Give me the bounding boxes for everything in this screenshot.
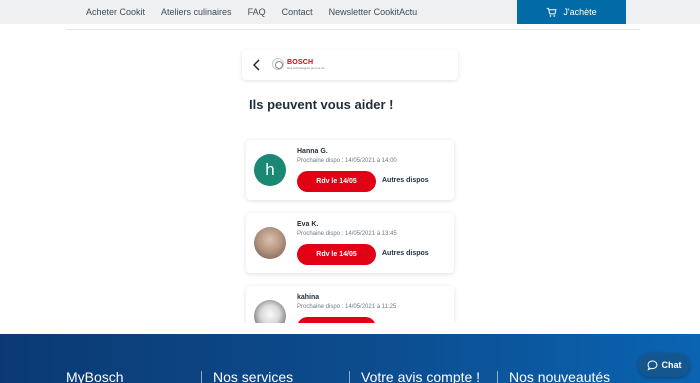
buy-button[interactable]: J'achète bbox=[517, 0, 626, 24]
footer-link-news[interactable]: Nos nouveautés bbox=[509, 369, 610, 383]
avatar bbox=[254, 300, 286, 323]
nav-link-newsletter[interactable]: Newsletter CookitActu bbox=[329, 7, 418, 17]
chat-button[interactable]: Chat bbox=[638, 353, 690, 377]
advisor-card: kahina Prochaine dispo : 14/05/2021 à 11… bbox=[246, 286, 454, 323]
nav-links: Acheter Cookit Ateliers culinaires FAQ C… bbox=[86, 0, 417, 24]
footer-link-services[interactable]: Nos services bbox=[213, 369, 293, 383]
brand-name: BOSCH bbox=[287, 58, 314, 66]
nav-link-faq[interactable]: FAQ bbox=[248, 7, 266, 17]
advisor-card: h Hanna G. Prochaine dispo : 14/05/2021 … bbox=[246, 140, 454, 200]
advisor-card: Eva K. Prochaine dispo : 14/05/2021 à 13… bbox=[246, 213, 454, 273]
footer-divider bbox=[201, 371, 202, 383]
avatar bbox=[254, 227, 286, 259]
cart-icon bbox=[547, 7, 557, 17]
divider bbox=[66, 29, 640, 30]
nav-link-contact[interactable]: Contact bbox=[282, 7, 313, 17]
footer-link-feedback[interactable]: Votre avis compte ! bbox=[361, 369, 480, 383]
footer-divider bbox=[349, 371, 350, 383]
book-appointment-button[interactable] bbox=[297, 317, 376, 323]
buy-button-label: J'achète bbox=[563, 7, 597, 17]
advisor-availability: Prochaine dispo : 14/05/2021 à 13:45 bbox=[297, 231, 397, 237]
chat-bubble-icon bbox=[646, 360, 657, 371]
advisor-name: kahina bbox=[297, 294, 320, 301]
footer-link-mybosch[interactable]: MyBosch bbox=[66, 369, 124, 383]
book-appointment-button[interactable]: Rdv le 14/05 bbox=[297, 171, 376, 192]
footer-divider bbox=[497, 371, 498, 383]
avatar: h bbox=[254, 154, 286, 186]
page-title: Ils peuvent vous aider ! bbox=[249, 97, 394, 112]
nav-link-acheter-cookit[interactable]: Acheter Cookit bbox=[86, 7, 145, 17]
advisor-availability: Prochaine dispo : 14/05/2021 à 11:25 bbox=[297, 304, 397, 310]
advisor-availability: Prochaine dispo : 14/05/2021 à 14:00 bbox=[297, 158, 397, 164]
chat-label: Chat bbox=[661, 360, 682, 370]
bosch-logo: BOSCH Des technologies pour la vie bbox=[272, 58, 325, 70]
advisor-name: Hanna G. bbox=[297, 148, 328, 155]
advisor-name: Eva K. bbox=[297, 221, 319, 228]
other-slots-link[interactable]: Autres dispos bbox=[382, 250, 429, 257]
brand-header-card: BOSCH Des technologies pour la vie bbox=[242, 50, 458, 80]
bosch-armature-icon bbox=[272, 58, 284, 70]
brand-tagline: Des technologies pour la vie bbox=[287, 65, 325, 70]
footer: MyBosch Nos services Votre avis compte !… bbox=[0, 334, 700, 383]
book-appointment-button[interactable]: Rdv le 14/05 bbox=[297, 244, 376, 265]
chevron-left-icon[interactable] bbox=[252, 59, 262, 71]
top-navigation: Acheter Cookit Ateliers culinaires FAQ C… bbox=[0, 0, 700, 24]
advisor-list: h Hanna G. Prochaine dispo : 14/05/2021 … bbox=[0, 130, 700, 323]
other-slots-link[interactable]: Autres dispos bbox=[382, 177, 429, 184]
nav-link-ateliers-culinaires[interactable]: Ateliers culinaires bbox=[161, 7, 232, 17]
